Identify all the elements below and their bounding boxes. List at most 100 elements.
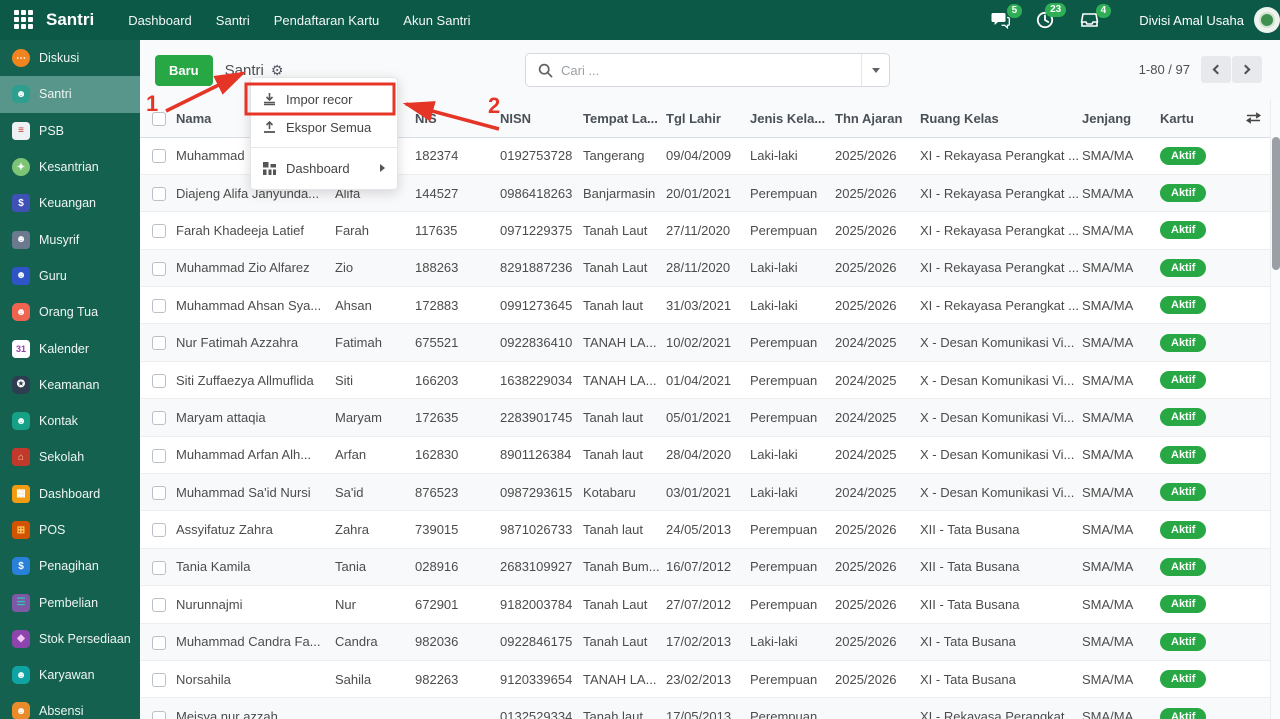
sidebar-item-karyawan[interactable]: ☻ Karyawan	[0, 657, 140, 693]
apps-grid-icon[interactable]	[14, 10, 34, 30]
select-all-checkbox-cell[interactable]	[140, 100, 176, 138]
top-menu-akun-santri[interactable]: Akun Santri	[391, 0, 482, 40]
row-checkbox-cell[interactable]	[140, 323, 176, 362]
sidebar-item-guru[interactable]: ☻ Guru	[0, 258, 140, 294]
column-header-tgl-lahir[interactable]: Tgl Lahir	[666, 100, 750, 138]
column-header-nis[interactable]: NIS	[415, 100, 500, 138]
select-all-checkbox[interactable]	[152, 112, 166, 127]
row-checkbox[interactable]	[152, 485, 166, 500]
sidebar-item-pembelian[interactable]: ☰ Pembelian	[0, 584, 140, 620]
row-checkbox[interactable]	[152, 411, 166, 426]
row-checkbox-cell[interactable]	[140, 286, 176, 324]
sidebar-item-kontak[interactable]: ☻ Kontak	[0, 403, 140, 439]
sidebar-item-absensi[interactable]: ☻ Absensi	[0, 693, 140, 719]
menu-item-impor-recor[interactable]: Impor recor	[251, 85, 397, 113]
row-checkbox[interactable]	[152, 186, 166, 201]
search-input[interactable]	[561, 62, 861, 78]
sidebar-item-dashboard[interactable]: ▦ Dashboard	[0, 476, 140, 512]
activities-clock-icon[interactable]: 23	[1036, 3, 1067, 29]
row-checkbox[interactable]	[152, 635, 166, 650]
sidebar-item-kesantrian[interactable]: ✦ Kesantrian	[0, 149, 140, 185]
messages-icon[interactable]: 5	[991, 3, 1023, 29]
row-checkbox[interactable]	[152, 598, 166, 613]
table-row[interactable]: Tania Kamila Tania 028916 2683109927 Tanah B…	[140, 547, 1270, 586]
row-checkbox-cell[interactable]	[140, 585, 176, 624]
column-header-thn-ajaran[interactable]: Thn Ajaran	[835, 100, 920, 138]
table-row[interactable]: Assyifatuz Zahra Zahra 739015 9871026733 Tan…	[140, 510, 1270, 549]
row-checkbox-cell[interactable]	[140, 360, 176, 399]
column-header-jenjang[interactable]: Jenjang	[1082, 100, 1160, 138]
adjust-columns-icon[interactable]	[1240, 112, 1266, 125]
row-checkbox[interactable]	[152, 224, 166, 239]
optional-columns-cell[interactable]	[1240, 100, 1270, 138]
column-header-kartu[interactable]: Kartu	[1160, 100, 1240, 138]
sidebar-item-orang-tua[interactable]: ☻ Orang Tua	[0, 294, 140, 330]
pager-next-button[interactable]	[1232, 56, 1262, 83]
top-menu-santri[interactable]: Santri	[204, 0, 262, 40]
row-checkbox-cell[interactable]	[140, 398, 176, 437]
row-checkbox[interactable]	[152, 523, 166, 538]
row-checkbox[interactable]	[152, 373, 166, 388]
column-header-ruang-kelas[interactable]: Ruang Kelas	[920, 100, 1082, 138]
row-checkbox[interactable]	[152, 299, 166, 314]
table-row[interactable]: Muhammad Sa'id Nursi Sa'id 876523 098729361…	[140, 473, 1270, 511]
app-title[interactable]: Santri	[46, 10, 94, 30]
table-row[interactable]: Norsahila Sahila 982263 9120339654 TANAH LA.…	[140, 659, 1270, 698]
new-record-button[interactable]: Baru	[155, 54, 213, 86]
user-menu[interactable]: Divisi Amal Usaha	[1139, 13, 1244, 28]
table-row[interactable]: Muhammad Zio Alfarez Zio 188263 8291887236 T…	[140, 248, 1270, 287]
scrollbar-thumb[interactable]	[1272, 137, 1280, 270]
row-checkbox-cell[interactable]	[140, 435, 176, 474]
row-checkbox[interactable]	[152, 336, 166, 351]
sidebar-item-musyrif[interactable]: ☻ Musyrif	[0, 221, 140, 257]
row-checkbox-cell[interactable]	[140, 697, 176, 719]
table-row[interactable]: Muhammad Ahsan Sya... Ahsan 172883 09912736…	[140, 286, 1270, 324]
row-checkbox-cell[interactable]	[140, 510, 176, 549]
sidebar-item-pos[interactable]: ⊞ POS	[0, 512, 140, 548]
table-row[interactable]: Nur Fatimah Azzahra Fatimah 675521 09228364…	[140, 323, 1270, 362]
row-checkbox-cell[interactable]	[140, 659, 176, 698]
table-row[interactable]: Muhammad Candra Fa... Candra 982036 0922846…	[140, 622, 1270, 661]
search-filters-toggle[interactable]	[861, 54, 889, 86]
row-checkbox-cell[interactable]	[140, 248, 176, 287]
sidebar-item-kalender[interactable]: 31 Kalender	[0, 330, 140, 366]
row-checkbox-cell[interactable]	[140, 473, 176, 511]
sidebar-item-keuangan[interactable]: $ Keuangan	[0, 185, 140, 221]
sidebar-item-diskusi[interactable]: ⋯ Diskusi	[0, 40, 140, 76]
column-header-tempat-lahir[interactable]: Tempat La...	[583, 100, 666, 138]
sidebar-item-santri[interactable]: ☻ Santri	[0, 76, 140, 113]
row-checkbox[interactable]	[152, 448, 166, 463]
sidebar-item-keamanan[interactable]: ✪ Keamanan	[0, 367, 140, 403]
menu-item-ekspor-semua[interactable]: Ekspor Semua	[251, 113, 397, 141]
column-header-jenis-kelamin[interactable]: Jenis Kela...	[750, 100, 835, 138]
table-row[interactable]: Muhammad Arfan Alh... Arfan 162830 89011263…	[140, 435, 1270, 474]
sidebar-item-penagihan[interactable]: $ Penagihan	[0, 548, 140, 584]
column-header-nisn[interactable]: NISN	[500, 100, 583, 138]
table-row[interactable]: Farah Khadeeja Latief Farah 117635 09712293…	[140, 211, 1270, 250]
row-checkbox[interactable]	[152, 560, 166, 575]
row-checkbox[interactable]	[152, 672, 166, 687]
row-checkbox[interactable]	[152, 261, 166, 276]
row-checkbox-cell[interactable]	[140, 622, 176, 661]
inbox-tray-icon[interactable]: 4	[1080, 4, 1112, 28]
sidebar-item-sekolah[interactable]: ⌂ Sekolah	[0, 439, 140, 475]
menu-item-dashboard[interactable]: Dashboard	[251, 154, 397, 182]
pager-previous-button[interactable]	[1201, 56, 1231, 83]
table-row[interactable]: Maryam attaqia Maryam 172635 2283901745 Tana…	[140, 398, 1270, 437]
row-checkbox-cell[interactable]	[140, 547, 176, 586]
row-checkbox-cell[interactable]	[140, 211, 176, 250]
gear-icon[interactable]: ⚙	[271, 62, 284, 79]
row-checkbox-cell[interactable]	[140, 137, 176, 174]
top-menu-dashboard[interactable]: Dashboard	[116, 0, 204, 40]
sidebar-item-stok-persediaan[interactable]: ◆ Stok Persediaan	[0, 621, 140, 657]
breadcrumb[interactable]: Santri	[225, 62, 264, 79]
row-checkbox-cell[interactable]	[140, 173, 176, 212]
table-row[interactable]: Nurunnajmi Nur 672901 9182003784 Tanah Laut 2…	[140, 585, 1270, 624]
top-menu-pendaftaran-kartu[interactable]: Pendaftaran Kartu	[262, 0, 392, 40]
sidebar-item-psb[interactable]: ≡ PSB	[0, 113, 140, 149]
table-row[interactable]: Meisya nur azzah 0132529334 Tanah laut 17/0…	[140, 697, 1270, 719]
table-row[interactable]: Siti Zuffaezya Allmuflida Siti 166203 16382…	[140, 360, 1270, 399]
avatar[interactable]	[1254, 7, 1280, 33]
vertical-scrollbar[interactable]	[1270, 100, 1280, 719]
row-checkbox[interactable]	[152, 149, 166, 164]
